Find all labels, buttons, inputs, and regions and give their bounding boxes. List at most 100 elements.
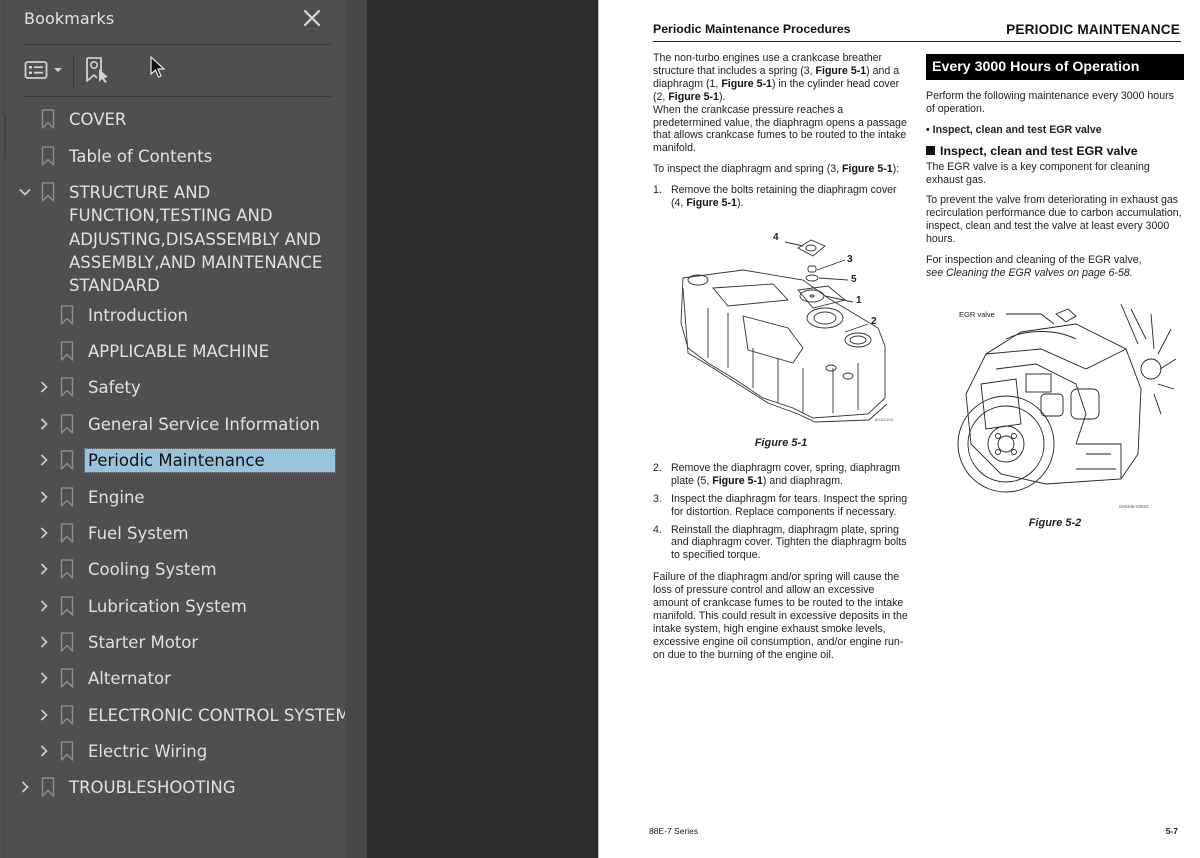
engine-illustration — [957, 303, 1177, 493]
egr-paragraph-3: For inspection and cleaning of the EGR v… — [926, 254, 1142, 279]
figure-5-2-caption: Figure 5-2 — [1028, 516, 1082, 529]
bookmark-icon — [60, 449, 74, 471]
bookmark-item[interactable]: APPLICABLE MACHINE — [36, 340, 269, 363]
bookmark-label: Engine — [88, 488, 145, 507]
bookmark-item[interactable]: TROUBLESHOOTING — [17, 776, 235, 799]
close-button[interactable] — [300, 6, 324, 30]
bookmark-item[interactable]: Periodic Maintenance — [36, 447, 336, 474]
bookmark-item[interactable]: Fuel System — [36, 522, 189, 545]
bookmark-icon — [60, 376, 74, 398]
panel-splitter[interactable] — [345, 0, 367, 858]
bookmark-item[interactable]: Safety — [36, 376, 141, 399]
chevron-right-icon[interactable] — [36, 704, 52, 726]
right-column: Every 3000 Hours of Operation Perform th… — [926, 54, 1184, 542]
egr-paragraph-1: The EGR valve is a key component for cle… — [926, 160, 1150, 186]
interval-banner: Every 3000 Hours of Operation — [926, 54, 1184, 80]
bookmarks-panel: Bookmarks COVER Table of Contents STRUCT… — [0, 0, 359, 858]
bookmark-item[interactable]: STRUCTURE AND FUNCTION,TESTING AND ADJUS… — [17, 181, 324, 297]
chevron-right-icon[interactable] — [36, 667, 52, 689]
procedure-steps: 1. Remove the bolts retaining the diaphr… — [653, 184, 909, 210]
bookmark-item[interactable]: Introduction — [36, 304, 188, 327]
find-current-bookmark-icon — [86, 57, 108, 83]
bookmark-item[interactable]: Cooling System — [36, 558, 217, 581]
chevron-right-icon[interactable] — [36, 486, 52, 508]
bookmark-icon — [60, 340, 74, 362]
chevron-right-icon[interactable] — [36, 595, 52, 617]
figure-link[interactable]: Figure 5-1 — [842, 163, 893, 175]
bookmark-label: Safety — [88, 378, 141, 397]
bookmark-icon — [60, 486, 74, 508]
divider — [23, 96, 331, 97]
figure-5-2-diagram: EGR valve 0A6346-00E01 — [926, 294, 1184, 509]
figure-link[interactable]: Figure 5-1 — [721, 78, 772, 90]
toolbar-separator — [73, 54, 74, 90]
page-header-chapter: PERIODIC MAINTENANCE — [1006, 22, 1180, 37]
bookmark-icon — [60, 704, 74, 726]
mouse-pointer-icon — [150, 55, 168, 80]
bookmark-item[interactable]: ELECTRONIC CONTROL SYSTEM — [36, 704, 350, 727]
bookmark-options-button[interactable] — [24, 58, 64, 82]
callout-3: 3 — [847, 253, 853, 265]
bookmark-icon — [60, 558, 74, 580]
bookmark-item[interactable]: COVER — [17, 108, 126, 131]
chevron-right-icon[interactable] — [36, 376, 52, 398]
bookmark-item[interactable]: Table of Contents — [17, 145, 212, 168]
cross-reference-link[interactable]: see Cleaning the EGR valves on page 6-58… — [926, 267, 1133, 279]
bookmark-label: Starter Motor — [88, 633, 199, 652]
page-footer-series: 88E-7 Series — [649, 826, 699, 836]
left-column: The non-turbo engines use a crankcase br… — [653, 52, 909, 670]
bookmark-item[interactable]: Lubrication System — [36, 595, 247, 618]
bookmark-item[interactable]: Alternator — [36, 667, 171, 690]
panel-notch — [0, 112, 6, 162]
chevron-right-icon[interactable] — [17, 776, 33, 798]
figure-link[interactable]: Figure 5-1 — [712, 475, 763, 487]
chevron-right-icon[interactable] — [36, 558, 52, 580]
chevron-right-icon[interactable] — [36, 740, 52, 762]
bookmark-icon — [60, 595, 74, 617]
close-icon — [303, 9, 321, 27]
bookmark-label: Alternator — [88, 669, 171, 688]
list-options-icon — [24, 61, 48, 79]
figure-5-1-diagram: 4 3 5 1 2 8000215S — [653, 228, 909, 433]
procedure-steps-cont: 2. Remove the diaphragm cover, spring, d… — [653, 462, 909, 562]
chevron-right-icon[interactable] — [36, 522, 52, 544]
bookmark-label: Cooling System — [88, 560, 217, 579]
figure-5-1-caption: Figure 5-1 — [754, 436, 808, 449]
page-header-section: Periodic Maintenance Procedures — [653, 22, 851, 36]
bookmark-label: Lubrication System — [88, 597, 247, 616]
bookmark-item[interactable]: Electric Wiring — [36, 740, 207, 763]
bookmark-icon — [60, 740, 74, 762]
task-bullet: • Inspect, clean and test EGR valve — [926, 123, 1102, 136]
page-number: 5-7 — [1165, 826, 1178, 836]
step-item: 4. Reinstall the diaphragm, diaphragm pl… — [653, 523, 907, 562]
figure-link[interactable]: Figure 5-1 — [686, 197, 737, 209]
figure-link[interactable]: Figure 5-1 — [668, 91, 719, 103]
intro-paragraph: The non-turbo engines use a crankcase br… — [653, 52, 900, 103]
bookmark-label: Fuel System — [88, 524, 189, 543]
pdf-page: Periodic Maintenance Procedures PERIODIC… — [598, 0, 1200, 858]
callout-4: 4 — [773, 231, 779, 243]
bookmark-label: STRUCTURE AND FUNCTION,TESTING AND ADJUS… — [69, 183, 323, 296]
divider — [23, 44, 331, 45]
bookmark-label: General Service Information — [88, 415, 321, 434]
bookmark-item[interactable]: Starter Motor — [36, 631, 198, 654]
bookmark-label: TROUBLESHOOTING — [69, 778, 236, 797]
bookmark-icon — [41, 108, 55, 130]
step-item: 1. Remove the bolts retaining the diaphr… — [653, 184, 897, 210]
bookmark-icon — [41, 776, 55, 798]
bookmark-item[interactable]: Engine — [36, 486, 145, 509]
egr-paragraph-2: To prevent the valve from deteriorating … — [926, 194, 1182, 246]
bookmark-icon — [60, 631, 74, 653]
bookmark-item[interactable]: General Service Information — [36, 413, 320, 436]
chevron-right-icon[interactable] — [36, 413, 52, 435]
chevron-down-icon[interactable] — [17, 181, 33, 203]
find-current-bookmark-button[interactable] — [84, 56, 112, 84]
chevron-right-icon[interactable] — [36, 449, 52, 471]
bookmark-label: APPLICABLE MACHINE — [88, 342, 270, 361]
figure-link[interactable]: Figure 5-1 — [816, 65, 867, 77]
bookmark-icon — [41, 145, 55, 167]
bookmark-label: Periodic Maintenance — [84, 447, 336, 474]
chevron-right-icon[interactable] — [36, 631, 52, 653]
